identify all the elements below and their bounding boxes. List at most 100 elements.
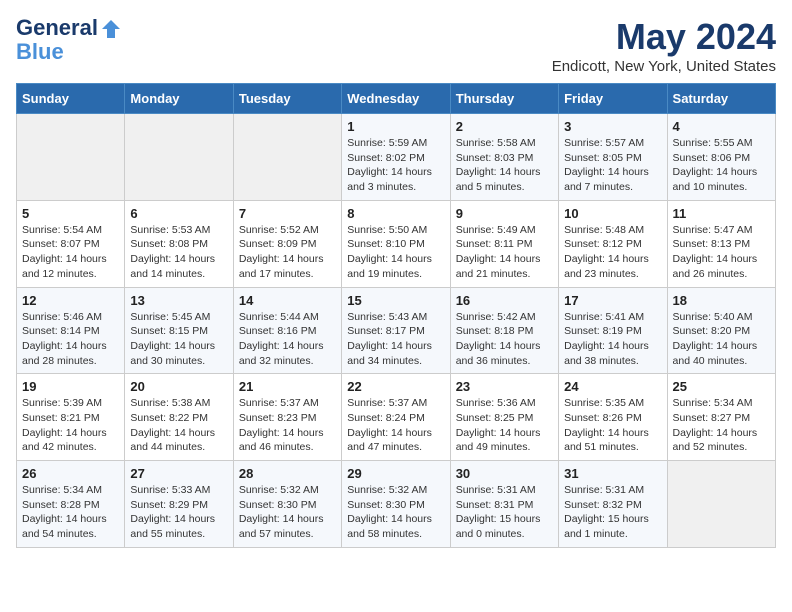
day-number: 16 (456, 293, 553, 308)
day-number: 1 (347, 119, 444, 134)
day-number: 3 (564, 119, 661, 134)
day-info: Sunrise: 5:38 AM Sunset: 8:22 PM Dayligh… (130, 396, 227, 455)
day-cell (125, 114, 233, 201)
logo-blue: Blue (16, 40, 124, 64)
week-row-4: 26 Sunrise: 5:34 AM Sunset: 8:28 PM Dayli… (17, 461, 776, 548)
calendar-title: May 2024 (552, 16, 776, 58)
day-info: Sunrise: 5:46 AM Sunset: 8:14 PM Dayligh… (22, 310, 119, 369)
day-number: 4 (673, 119, 770, 134)
day-info: Sunrise: 5:53 AM Sunset: 8:08 PM Dayligh… (130, 223, 227, 282)
day-cell: 30Sunrise: 5:31 AM Sunset: 8:31 PM Dayli… (450, 461, 558, 548)
day-number: 18 (673, 293, 770, 308)
day-cell: 2 Sunrise: 5:58 AM Sunset: 8:03 PM Daylig… (450, 114, 558, 201)
logo-text: General (16, 16, 124, 40)
day-number: 20 (130, 379, 227, 394)
day-number: 11 (673, 206, 770, 221)
col-header-tuesday: Tuesday (233, 84, 341, 114)
col-header-friday: Friday (559, 84, 667, 114)
day-info: Sunrise: 5:35 AM Sunset: 8:26 PM Dayligh… (564, 396, 661, 455)
day-cell: 29 Sunrise: 5:32 AM Sunset: 8:30 PM Dayli… (342, 461, 450, 548)
day-cell: 1 Sunrise: 5:59 AM Sunset: 8:02 PM Daylig… (342, 114, 450, 201)
day-number: 25 (673, 379, 770, 394)
day-cell: 14 Sunrise: 5:44 AM Sunset: 8:16 PM Dayli… (233, 287, 341, 374)
day-cell: 16 Sunrise: 5:42 AM Sunset: 8:18 PM Dayli… (450, 287, 558, 374)
day-info: Sunrise: 5:32 AM Sunset: 8:30 PM Dayligh… (347, 483, 444, 542)
day-info: Sunrise: 5:40 AM Sunset: 8:20 PM Dayligh… (673, 310, 770, 369)
title-block: May 2024 Endicott, New York, United Stat… (552, 16, 776, 75)
day-info: Sunrise: 5:32 AM Sunset: 8:30 PM Dayligh… (239, 483, 336, 542)
day-cell: 24Sunrise: 5:35 AM Sunset: 8:26 PM Dayli… (559, 374, 667, 461)
day-cell: 23Sunrise: 5:36 AM Sunset: 8:25 PM Dayli… (450, 374, 558, 461)
day-cell: 15 Sunrise: 5:43 AM Sunset: 8:17 PM Dayli… (342, 287, 450, 374)
day-number: 8 (347, 206, 444, 221)
day-info: Sunrise: 5:34 AM Sunset: 8:27 PM Dayligh… (673, 396, 770, 455)
day-info: Sunrise: 5:44 AM Sunset: 8:16 PM Dayligh… (239, 310, 336, 369)
page-header: General Blue May 2024 Endicott, New York… (16, 16, 776, 75)
day-cell: 21 Sunrise: 5:37 AM Sunset: 8:23 PM Dayli… (233, 374, 341, 461)
day-cell: 26 Sunrise: 5:34 AM Sunset: 8:28 PM Dayli… (17, 461, 125, 548)
day-number: 29 (347, 466, 444, 481)
day-number: 14 (239, 293, 336, 308)
day-number: 27 (130, 466, 227, 481)
day-info: Sunrise: 5:59 AM Sunset: 8:02 PM Dayligh… (347, 136, 444, 195)
day-number: 2 (456, 119, 553, 134)
day-cell: 20 Sunrise: 5:38 AM Sunset: 8:22 PM Dayli… (125, 374, 233, 461)
col-header-thursday: Thursday (450, 84, 558, 114)
day-cell (233, 114, 341, 201)
week-row-2: 12 Sunrise: 5:46 AM Sunset: 8:14 PM Dayli… (17, 287, 776, 374)
col-header-monday: Monday (125, 84, 233, 114)
col-header-wednesday: Wednesday (342, 84, 450, 114)
day-info: Sunrise: 5:52 AM Sunset: 8:09 PM Dayligh… (239, 223, 336, 282)
day-cell: 9 Sunrise: 5:49 AM Sunset: 8:11 PM Daylig… (450, 200, 558, 287)
day-info: Sunrise: 5:47 AM Sunset: 8:13 PM Dayligh… (673, 223, 770, 282)
week-row-1: 5 Sunrise: 5:54 AM Sunset: 8:07 PM Daylig… (17, 200, 776, 287)
day-info: Sunrise: 5:57 AM Sunset: 8:05 PM Dayligh… (564, 136, 661, 195)
day-cell: 4 Sunrise: 5:55 AM Sunset: 8:06 PM Daylig… (667, 114, 775, 201)
header-row: SundayMondayTuesdayWednesdayThursdayFrid… (17, 84, 776, 114)
day-info: Sunrise: 5:33 AM Sunset: 8:29 PM Dayligh… (130, 483, 227, 542)
week-row-3: 19Sunrise: 5:39 AM Sunset: 8:21 PM Dayli… (17, 374, 776, 461)
day-info: Sunrise: 5:49 AM Sunset: 8:11 PM Dayligh… (456, 223, 553, 282)
day-cell: 28Sunrise: 5:32 AM Sunset: 8:30 PM Dayli… (233, 461, 341, 548)
day-number: 9 (456, 206, 553, 221)
day-cell: 22Sunrise: 5:37 AM Sunset: 8:24 PM Dayli… (342, 374, 450, 461)
day-info: Sunrise: 5:37 AM Sunset: 8:24 PM Dayligh… (347, 396, 444, 455)
logo: General Blue (16, 16, 124, 64)
day-cell: 13 Sunrise: 5:45 AM Sunset: 8:15 PM Dayli… (125, 287, 233, 374)
day-number: 23 (456, 379, 553, 394)
day-cell: 31Sunrise: 5:31 AM Sunset: 8:32 PM Dayli… (559, 461, 667, 548)
day-cell: 7 Sunrise: 5:52 AM Sunset: 8:09 PM Daylig… (233, 200, 341, 287)
day-cell: 10Sunrise: 5:48 AM Sunset: 8:12 PM Dayli… (559, 200, 667, 287)
calendar-table: SundayMondayTuesdayWednesdayThursdayFrid… (16, 83, 776, 548)
day-number: 10 (564, 206, 661, 221)
day-cell: 11 Sunrise: 5:47 AM Sunset: 8:13 PM Dayli… (667, 200, 775, 287)
day-number: 26 (22, 466, 119, 481)
day-number: 13 (130, 293, 227, 308)
day-info: Sunrise: 5:31 AM Sunset: 8:31 PM Dayligh… (456, 483, 553, 542)
day-info: Sunrise: 5:31 AM Sunset: 8:32 PM Dayligh… (564, 483, 661, 542)
day-number: 7 (239, 206, 336, 221)
col-header-saturday: Saturday (667, 84, 775, 114)
day-info: Sunrise: 5:37 AM Sunset: 8:23 PM Dayligh… (239, 396, 336, 455)
day-number: 6 (130, 206, 227, 221)
day-cell: 5 Sunrise: 5:54 AM Sunset: 8:07 PM Daylig… (17, 200, 125, 287)
day-info: Sunrise: 5:55 AM Sunset: 8:06 PM Dayligh… (673, 136, 770, 195)
day-info: Sunrise: 5:34 AM Sunset: 8:28 PM Dayligh… (22, 483, 119, 542)
day-info: Sunrise: 5:41 AM Sunset: 8:19 PM Dayligh… (564, 310, 661, 369)
day-info: Sunrise: 5:58 AM Sunset: 8:03 PM Dayligh… (456, 136, 553, 195)
day-number: 5 (22, 206, 119, 221)
day-number: 15 (347, 293, 444, 308)
day-number: 21 (239, 379, 336, 394)
day-number: 12 (22, 293, 119, 308)
week-row-0: 1 Sunrise: 5:59 AM Sunset: 8:02 PM Daylig… (17, 114, 776, 201)
calendar-subtitle: Endicott, New York, United States (552, 58, 776, 75)
day-cell: 18 Sunrise: 5:40 AM Sunset: 8:20 PM Dayli… (667, 287, 775, 374)
day-cell: 17 Sunrise: 5:41 AM Sunset: 8:19 PM Dayli… (559, 287, 667, 374)
day-info: Sunrise: 5:42 AM Sunset: 8:18 PM Dayligh… (456, 310, 553, 369)
day-info: Sunrise: 5:50 AM Sunset: 8:10 PM Dayligh… (347, 223, 444, 282)
day-info: Sunrise: 5:54 AM Sunset: 8:07 PM Dayligh… (22, 223, 119, 282)
day-info: Sunrise: 5:43 AM Sunset: 8:17 PM Dayligh… (347, 310, 444, 369)
day-info: Sunrise: 5:45 AM Sunset: 8:15 PM Dayligh… (130, 310, 227, 369)
day-number: 19 (22, 379, 119, 394)
day-number: 17 (564, 293, 661, 308)
